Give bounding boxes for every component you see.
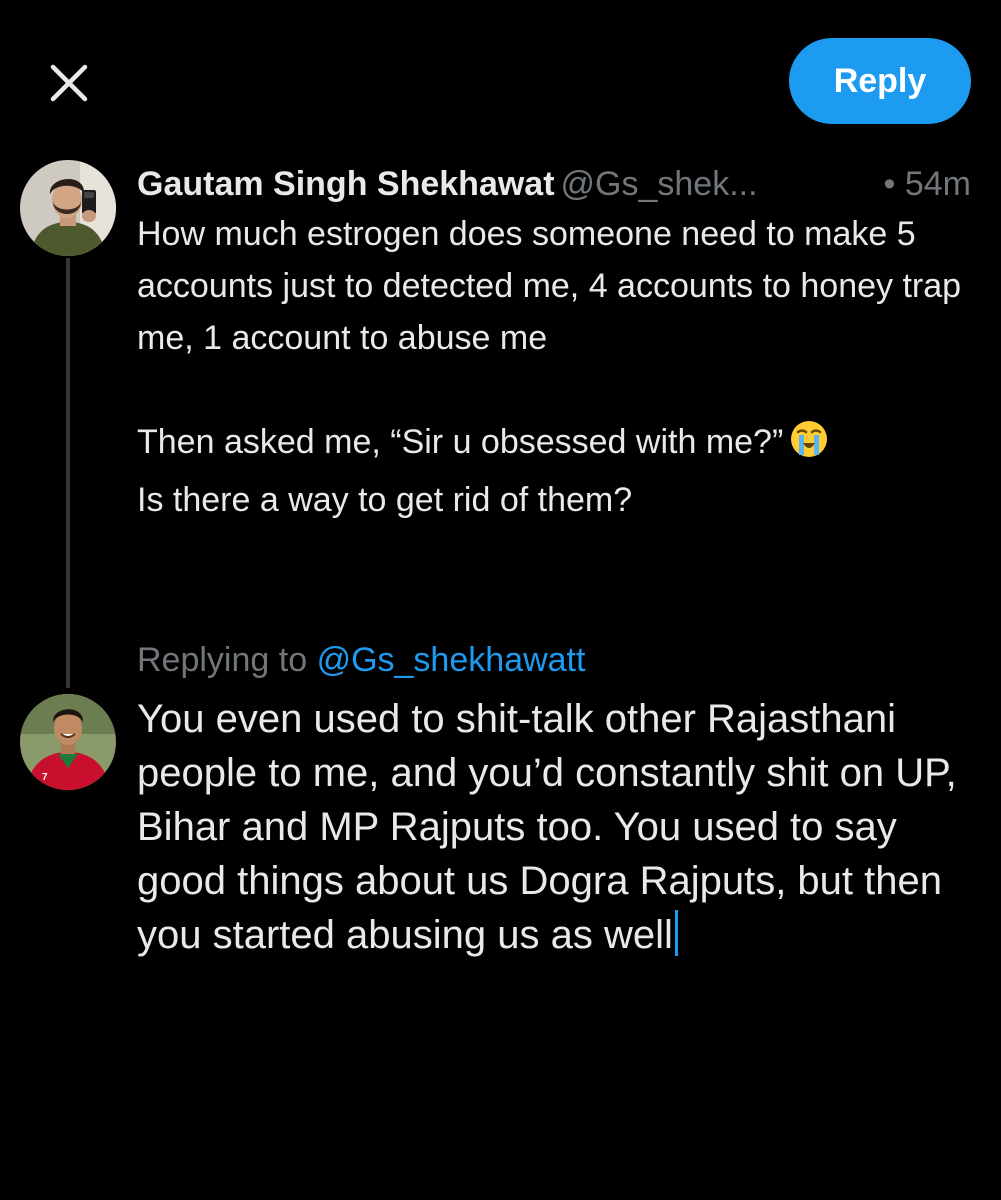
reply-draft-text: You even used to shit-talk other Rajasth…	[137, 697, 957, 957]
time-value: 54m	[904, 165, 971, 203]
replying-to-mention-link[interactable]: @Gs_shekhawatt	[317, 641, 586, 679]
original-author-avatar[interactable]	[20, 160, 116, 256]
text-cursor-caret	[674, 910, 678, 956]
reply-button[interactable]: Reply	[789, 38, 971, 124]
reply-compose-textarea[interactable]: You even used to shit-talk other Rajasth…	[137, 692, 987, 962]
svg-text:7: 7	[42, 772, 48, 783]
avatar-photo-icon: 7	[20, 694, 116, 790]
tweet-line: Is there a way to get rid of them?	[137, 481, 633, 519]
replying-to-line: Replying to @Gs_shekhawatt	[137, 636, 585, 684]
dot-separator: •	[883, 165, 896, 203]
tweet-timestamp[interactable]: • 54m	[884, 160, 972, 208]
tweet-paragraph: Then asked me, “Sir u obsessed with me?”…	[137, 416, 982, 526]
tweet-paragraph: How much estrogen does someone need to m…	[137, 215, 962, 357]
avatar-photo-icon	[20, 160, 116, 256]
tweet-line: Then asked me, “Sir u obsessed with me?”	[137, 423, 784, 461]
author-display-name[interactable]: Gautam Singh Shekhawat	[137, 165, 555, 203]
author-handle[interactable]: @Gs_shek...	[561, 165, 758, 203]
loudly-crying-face-icon	[789, 419, 829, 474]
tweet-body: How much estrogen does someone need to m…	[137, 208, 982, 526]
thread-connector-line	[66, 258, 70, 688]
current-user-avatar[interactable]: 7	[20, 694, 116, 790]
replying-to-label: Replying to	[137, 641, 308, 679]
tweet-header: Gautam Singh Shekhawat @Gs_shek... • 54m	[137, 160, 977, 208]
close-icon	[50, 64, 88, 102]
close-button[interactable]	[44, 58, 94, 108]
